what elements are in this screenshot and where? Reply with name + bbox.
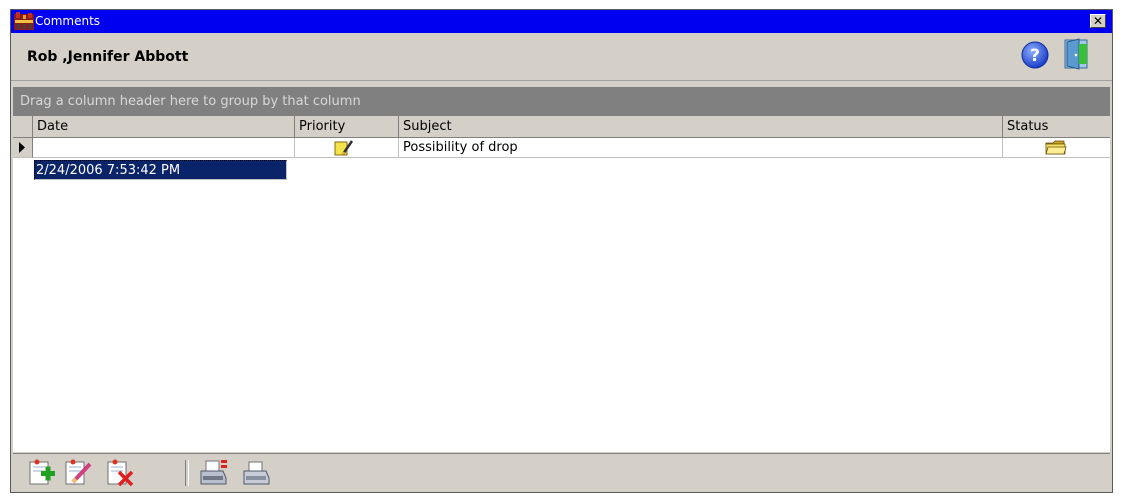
folder-icon <box>1045 140 1067 155</box>
column-header-status[interactable]: Status <box>1003 116 1110 138</box>
column-header-priority[interactable]: Priority <box>295 116 399 138</box>
comments-grid[interactable]: Date Priority Subject Status 2/24/2006 7… <box>13 115 1110 452</box>
exit-door-icon[interactable] <box>1063 38 1091 70</box>
edit-comment-icon[interactable] <box>63 458 93 488</box>
column-header-subject[interactable]: Subject <box>399 116 1003 138</box>
svg-text:?: ? <box>1030 46 1040 66</box>
header-panel: Rob ,Jennifer Abbott ? <box>11 33 1112 81</box>
group-hint: Drag a column header here to group by th… <box>20 94 361 109</box>
note-pencil-icon <box>334 140 354 156</box>
app-icon <box>14 12 34 30</box>
cell-subject[interactable]: Possibility of drop <box>399 138 1003 158</box>
cell-priority[interactable] <box>295 138 399 158</box>
toolbar-separator <box>185 460 189 486</box>
title-bar[interactable]: Comments ✕ <box>11 10 1112 33</box>
bottom-toolbar <box>13 453 1110 492</box>
cell-status[interactable] <box>1003 138 1110 158</box>
group-by-panel[interactable]: Drag a column header here to group by th… <box>13 87 1110 115</box>
window-title: Comments <box>35 14 101 28</box>
add-comment-icon[interactable] <box>27 458 57 488</box>
column-header-date[interactable]: Date <box>33 116 295 138</box>
date-value: 2/24/2006 7:53:42 PM <box>34 160 287 180</box>
current-row-arrow-icon <box>19 142 25 153</box>
close-icon: ✕ <box>1092 14 1104 28</box>
print-list-icon[interactable] <box>199 458 229 488</box>
help-icon[interactable]: ? <box>1021 41 1049 69</box>
print-icon[interactable] <box>241 458 271 488</box>
comments-window: Comments ✕ Rob ,Jennifer Abbott ? Drag a… <box>10 9 1113 493</box>
close-button[interactable]: ✕ <box>1090 14 1106 28</box>
row-indicator <box>13 138 33 158</box>
header-indicator-column <box>13 116 33 138</box>
person-name: Rob ,Jennifer Abbott <box>27 49 189 65</box>
cell-date[interactable]: 2/24/2006 7:53:42 PM <box>33 138 295 180</box>
delete-comment-icon[interactable] <box>105 458 135 488</box>
